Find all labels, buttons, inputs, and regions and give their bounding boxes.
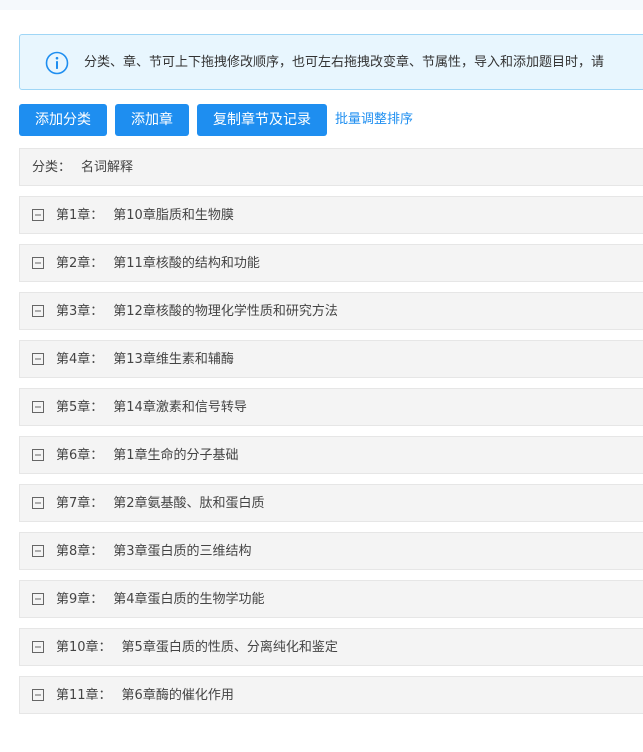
- chapter-row[interactable]: 第5章： 第14章激素和信号转导: [19, 388, 643, 426]
- chapter-row[interactable]: 第3章： 第12章核酸的物理化学性质和研究方法: [19, 292, 643, 330]
- chapter-title: 第12章核酸的物理化学性质和研究方法: [113, 304, 338, 319]
- chapter-title: 第5章蛋白质的性质、分离纯化和鉴定: [121, 640, 338, 655]
- chapter-row[interactable]: 第4章： 第13章维生素和辅酶: [19, 340, 643, 378]
- collapse-icon[interactable]: [32, 257, 44, 269]
- notice-text: 分类、章、节可上下拖拽修改顺序，也可左右拖拽改变章、节属性，导入和添加题目时，请: [84, 55, 605, 70]
- chapter-label: 第8章： 第3章蛋白质的三维结构: [56, 544, 252, 560]
- chapter-number: 第9章：: [56, 592, 104, 607]
- chapter-label: 第11章： 第6章酶的催化作用: [56, 688, 234, 704]
- chapter-row[interactable]: 第2章： 第11章核酸的结构和功能: [19, 244, 643, 282]
- batch-sort-link[interactable]: 批量调整排序: [335, 112, 413, 128]
- info-notice: 分类、章、节可上下拖拽修改顺序，也可左右拖拽改变章、节属性，导入和添加题目时，请: [19, 34, 643, 90]
- chapter-row[interactable]: 第1章： 第10章脂质和生物膜: [19, 196, 643, 234]
- chapter-row[interactable]: 第11章： 第6章酶的催化作用: [19, 676, 643, 714]
- category-prefix: 分类：: [32, 160, 72, 175]
- chapter-row[interactable]: 第7章： 第2章氨基酸、肽和蛋白质: [19, 484, 643, 522]
- chapter-title: 第13章维生素和辅酶: [113, 352, 234, 367]
- chapter-title: 第1章生命的分子基础: [113, 448, 239, 463]
- category-name: 名词解释: [81, 160, 134, 175]
- category-row[interactable]: 分类： 名词解释: [19, 148, 643, 186]
- collapse-icon[interactable]: [32, 305, 44, 317]
- chapter-number: 第7章：: [56, 496, 104, 511]
- chapter-title: 第10章脂质和生物膜: [113, 208, 234, 223]
- collapse-icon[interactable]: [32, 401, 44, 413]
- collapse-icon[interactable]: [32, 545, 44, 557]
- collapse-icon[interactable]: [32, 593, 44, 605]
- chapter-number: 第1章：: [56, 208, 104, 223]
- chapter-title: 第6章酶的催化作用: [121, 688, 234, 703]
- collapse-icon[interactable]: [32, 497, 44, 509]
- chapter-label: 第2章： 第11章核酸的结构和功能: [56, 256, 260, 272]
- chapter-number: 第11章：: [56, 688, 112, 703]
- chapter-row[interactable]: 第8章： 第3章蛋白质的三维结构: [19, 532, 643, 570]
- chapter-label: 第10章： 第5章蛋白质的性质、分离纯化和鉴定: [56, 640, 338, 656]
- chapter-row[interactable]: 第6章： 第1章生命的分子基础: [19, 436, 643, 474]
- chapter-number: 第4章：: [56, 352, 104, 367]
- chapter-label: 第6章： 第1章生命的分子基础: [56, 448, 239, 464]
- chapter-title: 第2章氨基酸、肽和蛋白质: [113, 496, 265, 511]
- collapse-icon[interactable]: [32, 353, 44, 365]
- collapse-icon[interactable]: [32, 641, 44, 653]
- chapter-label: 第5章： 第14章激素和信号转导: [56, 400, 247, 416]
- info-icon: [45, 51, 69, 75]
- copy-chapter-records-button[interactable]: 复制章节及记录: [197, 104, 327, 136]
- collapse-icon[interactable]: [32, 209, 44, 221]
- collapse-icon[interactable]: [32, 449, 44, 461]
- add-chapter-button[interactable]: 添加章: [115, 104, 189, 136]
- chapter-title: 第11章核酸的结构和功能: [113, 256, 260, 271]
- chapter-number: 第8章：: [56, 544, 104, 559]
- top-strip: [0, 0, 643, 10]
- chapter-number: 第6章：: [56, 448, 104, 463]
- chapter-row[interactable]: 第10章： 第5章蛋白质的性质、分离纯化和鉴定: [19, 628, 643, 666]
- collapse-icon[interactable]: [32, 689, 44, 701]
- chapter-row[interactable]: 第9章： 第4章蛋白质的生物学功能: [19, 580, 643, 618]
- chapter-title: 第14章激素和信号转导: [113, 400, 247, 415]
- add-category-button[interactable]: 添加分类: [19, 104, 107, 136]
- chapter-label: 第1章： 第10章脂质和生物膜: [56, 208, 234, 224]
- chapter-number: 第10章：: [56, 640, 112, 655]
- chapter-number: 第3章：: [56, 304, 104, 319]
- category-label: 分类： 名词解释: [32, 160, 133, 176]
- chapter-label: 第9章： 第4章蛋白质的生物学功能: [56, 592, 265, 608]
- chapter-number: 第5章：: [56, 400, 104, 415]
- chapter-label: 第3章： 第12章核酸的物理化学性质和研究方法: [56, 304, 338, 320]
- chapter-label: 第4章： 第13章维生素和辅酶: [56, 352, 234, 368]
- chapter-title: 第4章蛋白质的生物学功能: [113, 592, 265, 607]
- chapter-label: 第7章： 第2章氨基酸、肽和蛋白质: [56, 496, 265, 512]
- chapter-title: 第3章蛋白质的三维结构: [113, 544, 252, 559]
- chapter-number: 第2章：: [56, 256, 104, 271]
